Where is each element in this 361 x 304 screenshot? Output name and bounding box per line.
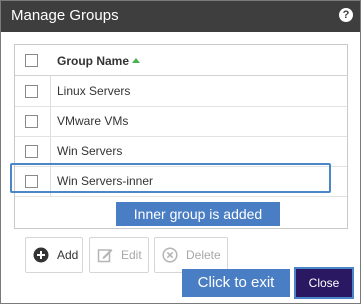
column-header-group-name[interactable]: Group Name (57, 54, 129, 68)
row-checkbox[interactable] (25, 145, 38, 158)
row-checkbox[interactable] (25, 85, 38, 98)
select-all-checkbox[interactable] (25, 54, 38, 67)
manage-groups-dialog: Manage Groups ? Group Name Linux Servers… (0, 0, 361, 304)
row-checkbox[interactable] (25, 115, 38, 128)
table-row[interactable]: VMware VMs (15, 106, 347, 137)
close-button[interactable]: Close (294, 267, 354, 299)
grid-header: Group Name (15, 45, 347, 76)
help-icon[interactable]: ? (339, 8, 353, 22)
add-button[interactable]: Add (25, 237, 83, 273)
delete-icon (162, 247, 178, 263)
edit-label: Edit (121, 248, 142, 262)
delete-label: Delete (186, 248, 221, 262)
edit-icon (97, 249, 113, 263)
inner-group-highlight (10, 163, 331, 193)
table-row[interactable]: Linux Servers (15, 76, 347, 107)
add-label: Add (57, 248, 79, 262)
exit-callout: Click to exit (182, 269, 290, 297)
sort-ascending-icon[interactable] (132, 58, 140, 63)
delete-button[interactable]: Delete (154, 237, 228, 273)
dialog-titlebar: Manage Groups ? (1, 1, 360, 32)
group-name-cell: VMware VMs (57, 114, 129, 128)
group-name-cell: Linux Servers (57, 84, 131, 98)
add-icon (33, 247, 49, 263)
inner-group-callout: Inner group is added (116, 202, 280, 226)
dialog-title: Manage Groups (11, 7, 119, 24)
group-name-cell: Win Servers (57, 144, 123, 158)
edit-button[interactable]: Edit (89, 237, 149, 273)
